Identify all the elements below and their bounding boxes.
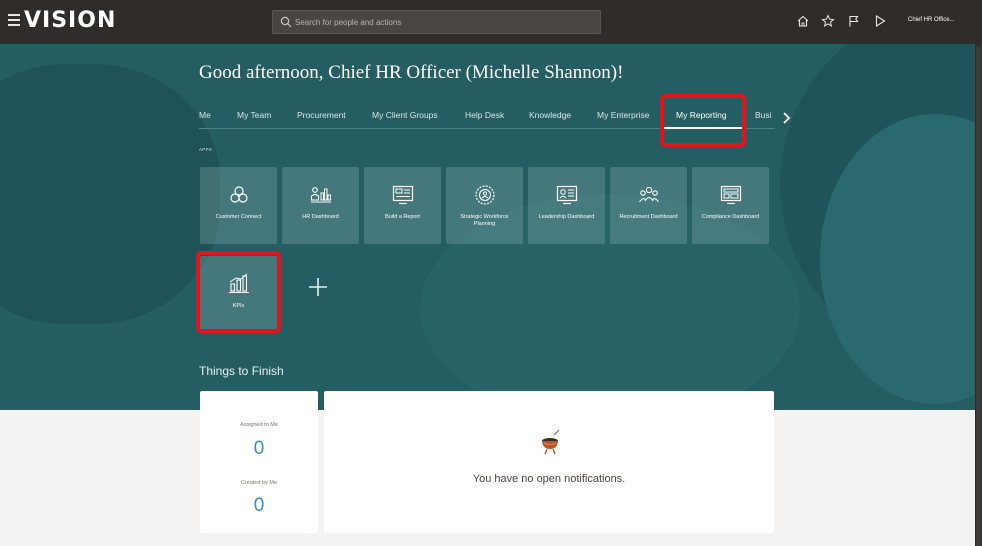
search-icon <box>280 16 292 28</box>
active-tab-indicator <box>664 127 742 129</box>
scrollbar-thumb[interactable] <box>976 46 981 546</box>
app-tile-label: Leadership Dashboard <box>538 214 595 220</box>
gear-badge-icon <box>475 185 495 205</box>
tab-knowledge[interactable]: Knowledge <box>529 110 571 120</box>
things-to-finish-title: Things to Finish <box>199 364 284 378</box>
tab-procurement[interactable]: Procurement <box>297 110 346 120</box>
app-tile-leadership-dashboard[interactable]: Leadership Dashboard <box>528 167 605 244</box>
page-scrollbar[interactable] <box>975 44 982 546</box>
task-counts-card: Assigned to Me 0 Created by Me 0 <box>200 391 318 533</box>
assigned-to-me-label: Assigned to Me <box>240 422 278 428</box>
app-tile-strategic-workforce-planning[interactable]: Strategic Workforce Planning <box>446 167 523 244</box>
hamburger-menu-icon[interactable] <box>8 14 20 26</box>
tab-me[interactable]: Me <box>199 110 211 120</box>
app-tile-hr-dashboard[interactable]: HR Dashboard <box>282 167 359 244</box>
app-tile-build-a-report[interactable]: Build a Report <box>364 167 441 244</box>
compliance-screen-icon <box>720 185 742 205</box>
user-menu[interactable]: Chief HR Office... <box>908 17 955 23</box>
app-tile-label: Recruitment Dashboard <box>619 214 678 220</box>
created-by-me-label: Created by Me <box>240 480 278 486</box>
tab-business-partial[interactable]: Busi <box>755 110 772 120</box>
notifications-flag-icon[interactable] <box>847 14 861 28</box>
global-search[interactable] <box>272 10 601 34</box>
favorites-star-icon[interactable] <box>821 14 835 28</box>
app-tile-label: Strategic Workforce Planning <box>460 214 509 227</box>
play-icon[interactable] <box>873 14 887 28</box>
app-tile-label: Customer Connect <box>215 214 262 220</box>
empty-notifications-message: You have no open notifications. <box>472 473 626 485</box>
bar-chart-icon <box>229 273 249 294</box>
app-tile-customer-connect[interactable]: Customer Connect <box>200 167 277 244</box>
app-tile-kpis[interactable]: KPIs <box>200 256 277 333</box>
chevron-right-icon[interactable] <box>780 110 792 126</box>
tab-help-desk[interactable]: Help Desk <box>465 110 504 120</box>
empty-nest-icon <box>542 429 560 455</box>
three-circles-icon <box>230 186 248 203</box>
assigned-to-me-count[interactable]: 0 <box>200 438 318 460</box>
app-tile-label: KPIs <box>232 303 245 309</box>
tab-my-client-groups[interactable]: My Client Groups <box>372 110 438 120</box>
people-group-icon <box>639 186 659 203</box>
dashboard-screen-icon <box>556 185 578 205</box>
tab-my-reporting[interactable]: My Reporting <box>676 110 727 120</box>
app-tile-label: Build a Report <box>385 214 420 220</box>
top-bar: VISION Chief HR Office... <box>0 0 982 44</box>
app-tile-recruitment-dashboard[interactable]: Recruitment Dashboard <box>610 167 687 244</box>
search-input[interactable] <box>295 13 595 31</box>
background-swirl <box>0 64 220 324</box>
app-tile-compliance-dashboard[interactable]: Compliance Dashboard <box>692 167 769 244</box>
add-app-plus-icon[interactable] <box>305 274 331 300</box>
home-icon[interactable] <box>796 14 810 28</box>
apps-section-label: APPS <box>199 147 213 152</box>
people-chart-icon <box>310 187 331 203</box>
report-screen-icon <box>392 185 414 205</box>
created-by-me-count[interactable]: 0 <box>200 495 318 517</box>
app-tile-label: HR Dashboard <box>302 214 339 220</box>
tab-my-enterprise[interactable]: My Enterprise <box>597 110 649 120</box>
app-tile-label: Compliance Dashboard <box>701 214 760 220</box>
vision-logo[interactable]: VISION <box>24 8 116 33</box>
greeting-title: Good afternoon, Chief HR Officer (Michel… <box>199 62 624 83</box>
notifications-card: You have no open notifications. <box>324 391 774 533</box>
tab-my-team[interactable]: My Team <box>237 110 271 120</box>
